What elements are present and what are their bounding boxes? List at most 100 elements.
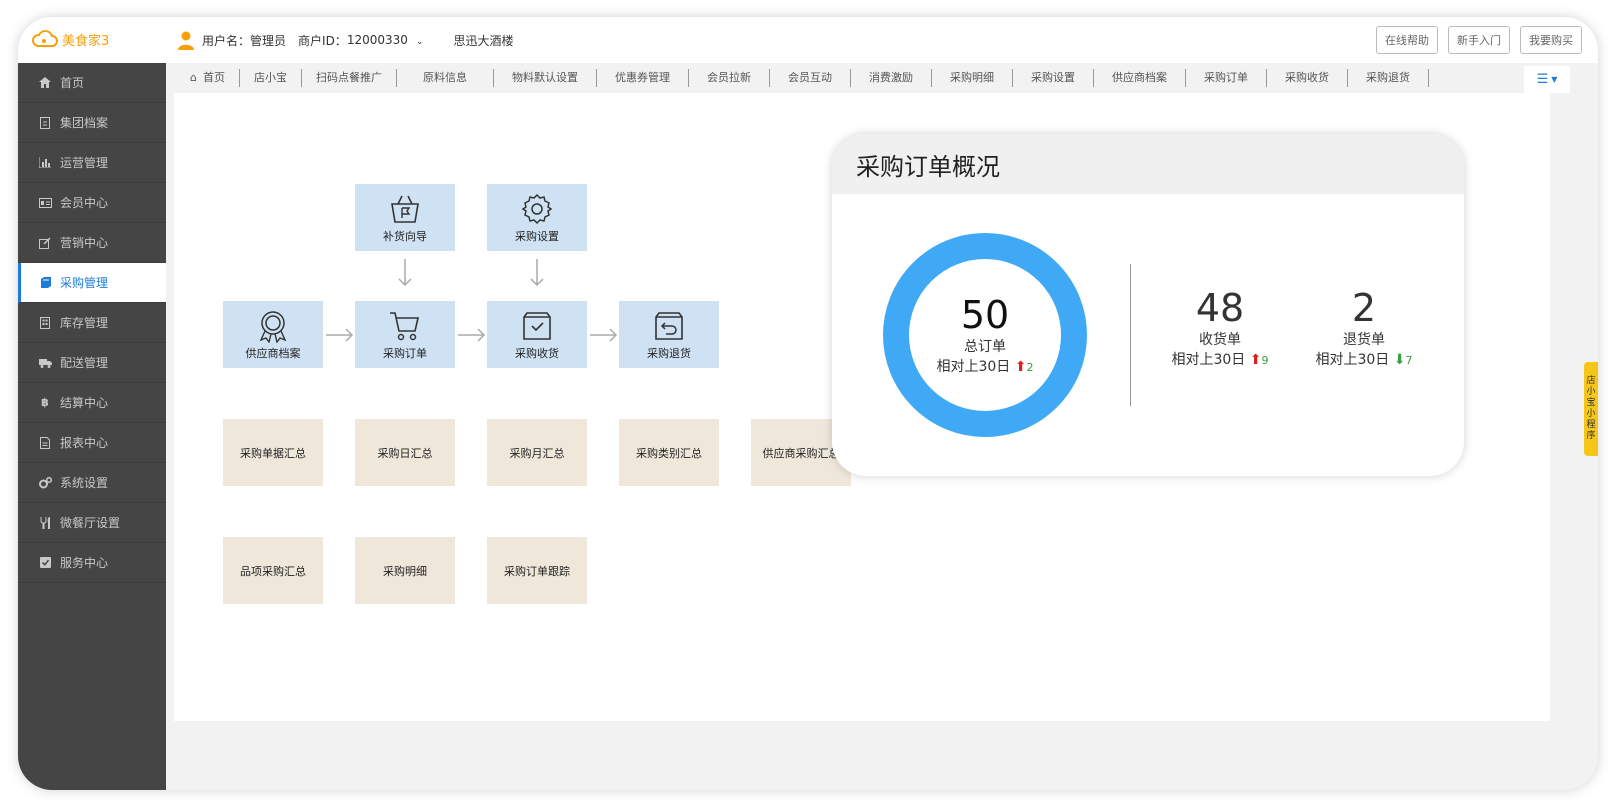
- book-icon: [38, 276, 52, 289]
- side-tag-char: 小: [1586, 409, 1596, 419]
- sidebar-item-label: 采购管理: [60, 276, 109, 290]
- tab-dianxiaobao[interactable]: 店小宝: [240, 69, 302, 87]
- compare-text: 相对上30日: [936, 358, 1011, 375]
- sidebar-item-system-settings[interactable]: 系统设置: [18, 463, 166, 503]
- purchase-receive-tile[interactable]: 采购收货: [487, 301, 587, 368]
- returned-stat: 2 退货单 相对上30日 ⬇7: [1294, 286, 1434, 371]
- logo-text: 美食家3: [62, 33, 110, 49]
- tab-menu-button[interactable]: ☰ ▼: [1524, 66, 1570, 93]
- tab-supplier-archive[interactable]: 供应商档案: [1094, 69, 1186, 87]
- tab-coupons[interactable]: 优惠券管理: [597, 69, 689, 87]
- returned-compare: 相对上30日 ⬇7: [1294, 350, 1434, 371]
- sidebar-item-operations[interactable]: 运营管理: [18, 143, 166, 183]
- sidebar-item-label: 运营管理: [60, 156, 109, 170]
- box-check-icon: [523, 311, 551, 340]
- sidebar-item-marketing[interactable]: 营销中心: [18, 223, 166, 263]
- tab-consumption-incentive[interactable]: 消费激励: [851, 69, 932, 87]
- received-delta: 9: [1261, 354, 1269, 367]
- sidebar-item-group-archive[interactable]: 集团档案: [18, 103, 166, 143]
- file-icon: [38, 116, 52, 129]
- username-value: 管理员: [250, 33, 287, 48]
- tab-purchase-receive[interactable]: 采购收货: [1267, 69, 1348, 87]
- sidebar-item-label: 营销中心: [60, 236, 109, 250]
- tab-purchase-detail[interactable]: 采购明细: [932, 69, 1013, 87]
- top-bar: 美食家3 用户名： 管理员 商户ID： 12000330 ⌄ 思迅大酒楼 在线帮助…: [18, 17, 1598, 63]
- gear-icon: [521, 193, 553, 224]
- tile-label: 采购退货: [647, 346, 691, 360]
- tab-member-acquisition[interactable]: 会员拉新: [689, 69, 770, 87]
- tab-purchase-order[interactable]: 采购订单: [1186, 69, 1267, 87]
- merchant-id-dropdown[interactable]: 12000330 ⌄: [347, 33, 430, 47]
- home-icon: ⌂: [190, 71, 197, 84]
- sidebar-item-settlement[interactable]: ฿ 结算中心: [18, 383, 166, 423]
- buy-button[interactable]: 我要购买: [1520, 26, 1582, 54]
- tab-material-defaults[interactable]: 物料默认设置: [494, 69, 597, 87]
- sidebar-item-micro-restaurant[interactable]: 微餐厅设置: [18, 503, 166, 543]
- returned-label: 退货单: [1343, 332, 1385, 348]
- side-tag-char: 程: [1586, 420, 1596, 430]
- tile-label: 采购订单: [383, 346, 427, 360]
- list-icon: ☰: [1536, 72, 1549, 87]
- tile-label: 补货向导: [383, 229, 427, 243]
- sidebar-item-members[interactable]: 会员中心: [18, 183, 166, 223]
- report-icon: [38, 436, 52, 449]
- sidebar-item-reports[interactable]: 报表中心: [18, 423, 166, 463]
- replenish-guide-tile[interactable]: 补货向导: [355, 184, 455, 251]
- total-order-compare: 相对上30日 ⬆2: [936, 357, 1033, 378]
- purchase-order-tile[interactable]: 采购订单: [355, 301, 455, 368]
- returned-delta: 7: [1405, 354, 1413, 367]
- sidebar-item-label: 会员中心: [60, 196, 109, 210]
- compare-text: 相对上30日: [1171, 352, 1246, 368]
- sidebar-item-home[interactable]: 首页: [18, 63, 166, 103]
- report-tile-item-summary[interactable]: 品项采购汇总: [223, 537, 323, 604]
- tab-purchase-return[interactable]: 采购退货: [1348, 69, 1429, 87]
- purchase-order-overview-card: 采购订单概况 50 总订单 相对上30日 ⬆2 48 收货单 相对上30日 ⬆9…: [832, 134, 1464, 476]
- tab-home[interactable]: ⌂ 首页: [176, 69, 240, 87]
- gears-icon: [38, 476, 52, 489]
- tab-member-interaction[interactable]: 会员互动: [770, 69, 851, 87]
- arrow-down-icon: ⬇: [1389, 352, 1406, 368]
- supplier-archive-tile[interactable]: 供应商档案: [223, 301, 323, 368]
- basket-flag-icon: [391, 195, 419, 223]
- sidebar-item-label: 结算中心: [60, 396, 109, 410]
- received-label: 收货单: [1199, 332, 1241, 348]
- check-square-icon: [38, 557, 52, 569]
- arrow-right-icon: [326, 328, 354, 342]
- report-tile-document-summary[interactable]: 采购单据汇总: [223, 419, 323, 486]
- sidebar-item-delivery[interactable]: 配送管理: [18, 343, 166, 383]
- edit-icon: [38, 236, 52, 249]
- purchase-return-tile[interactable]: 采购退货: [619, 301, 719, 368]
- store-name: 思迅大酒楼: [453, 33, 514, 48]
- sidebar-item-label: 系统设置: [60, 476, 109, 490]
- report-tile-purchase-detail[interactable]: 采购明细: [355, 537, 455, 604]
- report-tile-order-tracking[interactable]: 采购订单跟踪: [487, 537, 587, 604]
- tab-purchase-settings[interactable]: 采购设置: [1013, 69, 1094, 87]
- total-order-delta: 2: [1026, 360, 1034, 374]
- tab-material-info[interactable]: 原料信息: [397, 69, 494, 87]
- tab-list: ⌂ 首页 店小宝 扫码点餐推广 原料信息 物料默认设置 优惠券管理 会员拉新 会员…: [166, 63, 1598, 93]
- compare-text: 相对上30日: [1315, 352, 1390, 368]
- username-label: 用户名：: [202, 33, 251, 48]
- arrow-up-icon: ⬆: [1010, 358, 1027, 375]
- sidebar-item-purchase[interactable]: 采购管理: [18, 263, 166, 303]
- sidebar-item-inventory[interactable]: 库存管理: [18, 303, 166, 343]
- tab-qr-ordering[interactable]: 扫码点餐推广: [302, 69, 397, 87]
- purchase-settings-tile[interactable]: 采购设置: [487, 184, 587, 251]
- online-help-button[interactable]: 在线帮助: [1376, 26, 1438, 54]
- mini-program-side-tag[interactable]: 店 小 宝 小 程 序: [1584, 362, 1598, 456]
- sidebar-item-service[interactable]: 服务中心: [18, 543, 166, 583]
- award-icon: [259, 310, 287, 343]
- report-tile-monthly-summary[interactable]: 采购月汇总: [487, 419, 587, 486]
- user-info: 用户名： 管理员 商户ID： 12000330 ⌄ 思迅大酒楼: [176, 30, 519, 50]
- top-buttons: 在线帮助 新手入门 我要购买: [1376, 26, 1582, 54]
- side-tag-char: 店: [1586, 376, 1596, 386]
- tile-label: 供应商档案: [245, 346, 301, 360]
- report-tile-category-summary[interactable]: 采购类别汇总: [619, 419, 719, 486]
- app-logo[interactable]: 美食家3: [32, 29, 109, 49]
- report-tile-daily-summary[interactable]: 采购日汇总: [355, 419, 455, 486]
- sidebar-item-label: 服务中心: [60, 556, 109, 570]
- sidebar-item-label: 库存管理: [60, 316, 109, 330]
- received-value: 48: [1195, 286, 1245, 330]
- side-tag-char: 小: [1586, 387, 1596, 397]
- beginner-guide-button[interactable]: 新手入门: [1448, 26, 1510, 54]
